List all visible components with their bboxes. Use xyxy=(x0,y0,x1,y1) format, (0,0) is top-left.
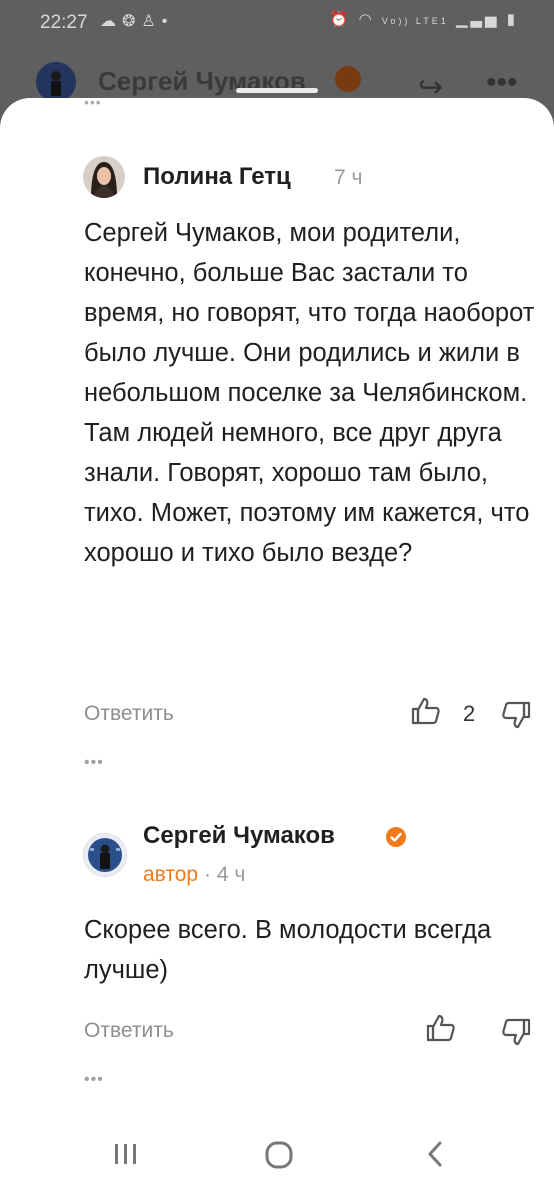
home-icon[interactable] xyxy=(264,1140,294,1175)
more-icon[interactable]: ••• xyxy=(84,1071,104,1089)
meta-separator: · xyxy=(203,863,211,886)
comments-sheet: ••• Полина Гетц 7 ч Сергей Чумаков, мои … xyxy=(0,98,554,1200)
thumbs-down-icon[interactable] xyxy=(501,1017,531,1052)
system-nav-bar xyxy=(0,1120,554,1200)
comment-text: Скорее всего. В молодости всегда лучше) xyxy=(84,916,492,984)
more-icon[interactable]: ••• xyxy=(84,98,102,110)
more-icon[interactable]: ••• xyxy=(486,66,518,100)
comment-text: Сергей Чумаков, мои родители, конечно, б… xyxy=(84,219,535,567)
ok-person-icon: ♙ xyxy=(141,13,162,30)
status-left-icons: ☁❂♙• xyxy=(100,11,173,31)
thumbs-up-icon[interactable] xyxy=(411,696,441,731)
alarm-icon: ⏰ xyxy=(329,11,352,28)
avatar[interactable] xyxy=(83,833,127,877)
reply-button[interactable]: Ответить xyxy=(84,1019,174,1043)
signal-icon: ▁▃▅ xyxy=(455,11,500,28)
wifi-icon: ◠ xyxy=(358,11,375,28)
thumbs-up-icon[interactable] xyxy=(426,1013,456,1048)
comment-meta: автор · 4 ч xyxy=(143,863,245,887)
avatar[interactable] xyxy=(83,156,125,198)
more-icon[interactable]: ••• xyxy=(84,754,104,772)
thumbs-down-icon[interactable] xyxy=(501,700,531,735)
comment-author-name[interactable]: Полина Гетц xyxy=(143,163,291,191)
recent-apps-icon[interactable] xyxy=(112,1140,140,1173)
cloud-icon: ☁ xyxy=(100,13,122,30)
comment-author-name[interactable]: Сергей Чумаков xyxy=(143,822,335,850)
verified-badge-icon xyxy=(335,66,361,92)
verified-badge-icon xyxy=(385,826,407,853)
avatar xyxy=(36,62,76,102)
reply-button[interactable]: Ответить xyxy=(84,702,174,726)
status-right-icons: ⏰ ◠ Vo)) LTE1 ▁▃▅ ▮ xyxy=(330,10,518,28)
status-bar: 22:27 ☁❂♙• ⏰ ◠ Vo)) LTE1 ▁▃▅ ▮ xyxy=(0,0,554,44)
ok-app-icon: ❂ xyxy=(122,13,142,30)
dot-icon: • xyxy=(161,13,174,30)
comment-timestamp: 4 ч xyxy=(216,863,246,886)
likes-count: 2 xyxy=(463,701,476,726)
author-tag: автор xyxy=(143,863,199,886)
battery-icon: ▮ xyxy=(506,11,518,28)
back-icon[interactable] xyxy=(422,1140,450,1173)
volte-icon: Vo)) LTE1 xyxy=(381,16,449,26)
status-time: 22:27 xyxy=(40,12,88,33)
sheet-drag-handle[interactable] xyxy=(236,88,318,93)
comment-timestamp: 7 ч xyxy=(334,166,363,189)
